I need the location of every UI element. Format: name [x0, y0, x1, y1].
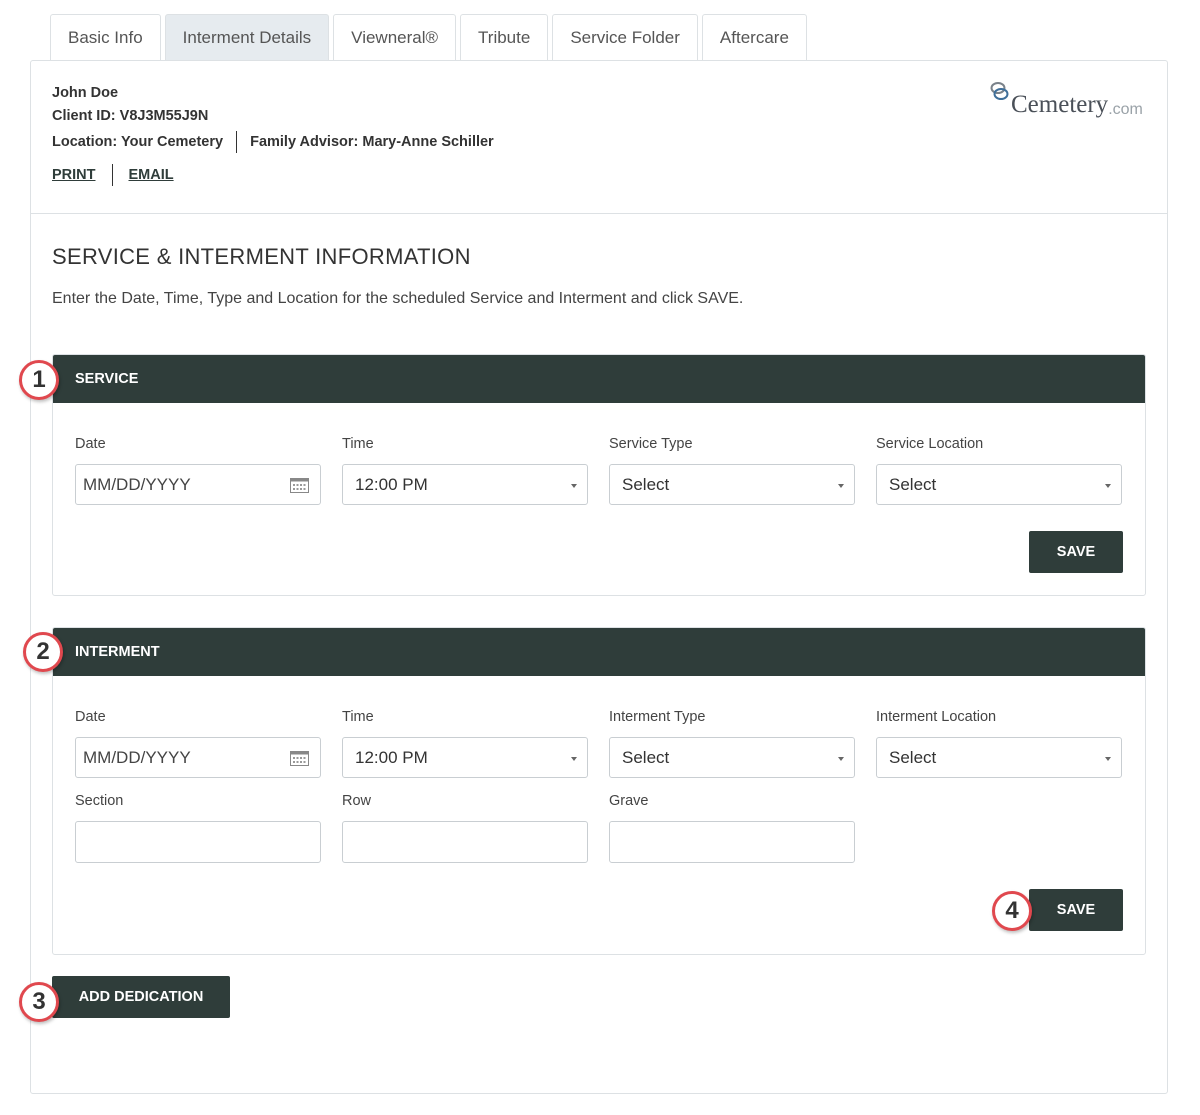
client-location-row: Location: Your Cemetery Family Advisor: …: [52, 131, 494, 153]
tab-interment-details[interactable]: Interment Details: [164, 14, 330, 61]
service-time-label: Time: [342, 436, 374, 452]
interment-type-label: Interment Type: [609, 709, 706, 725]
chevron-down-icon: [1105, 757, 1111, 761]
section-label: Section: [75, 793, 124, 809]
service-type-value: Select: [622, 474, 670, 494]
chevron-down-icon: [838, 484, 844, 488]
interment-time-select[interactable]: 12:00 PM: [342, 737, 588, 778]
interment-type-value: Select: [622, 747, 670, 767]
grave-label: Grave: [609, 793, 649, 809]
cemetery-logo: Cemetery .com: [989, 79, 1143, 119]
client-name: John Doe: [52, 85, 119, 101]
interment-location-value: Select: [889, 747, 937, 767]
client-location: Location: Your Cemetery: [52, 134, 224, 150]
interment-time-value: 12:00 PM: [355, 747, 428, 767]
service-date-label: Date: [75, 436, 106, 452]
section-input[interactable]: [75, 821, 321, 863]
row-label: Row: [342, 793, 372, 809]
service-location-select[interactable]: Select: [876, 464, 1122, 505]
service-panel: SERVICE Date MM/DD/YYYY Time 12:00 PM Se…: [52, 354, 1146, 596]
page-title: SERVICE & INTERMENT INFORMATION: [52, 244, 471, 269]
service-time-select[interactable]: 12:00 PM: [342, 464, 588, 505]
rings-icon: [990, 82, 1009, 100]
email-link[interactable]: EMAIL: [129, 167, 174, 183]
service-panel-header: SERVICE: [53, 355, 1145, 403]
chevron-down-icon: [1105, 484, 1111, 488]
chevron-down-icon: [571, 757, 577, 761]
interment-location-label: Interment Location: [876, 709, 997, 725]
callout-badge-2: 2: [23, 632, 63, 672]
page-description: Enter the Date, Time, Type and Location …: [52, 290, 744, 307]
tab-aftercare[interactable]: Aftercare: [701, 14, 807, 61]
family-advisor: Family Advisor: Mary-Anne Schiller: [250, 134, 494, 150]
content-card: John Doe Client ID: V8J3M55J9N Location:…: [30, 60, 1168, 1094]
client-header: John Doe Client ID: V8J3M55J9N Location:…: [31, 61, 1167, 214]
divider: [236, 131, 238, 153]
interment-date-label: Date: [75, 709, 106, 725]
interment-time-label: Time: [342, 709, 374, 725]
interment-date-placeholder: MM/DD/YYYY: [83, 747, 191, 767]
service-date-input[interactable]: MM/DD/YYYY: [75, 464, 321, 505]
interment-type-select[interactable]: Select: [609, 737, 855, 778]
logo-word: Cemetery: [1011, 91, 1109, 118]
client-id: Client ID: V8J3M55J9N: [52, 108, 209, 124]
calendar-icon[interactable]: [290, 751, 309, 766]
divider: [111, 164, 113, 186]
service-location-label: Service Location: [876, 436, 984, 452]
tab-basic-info[interactable]: Basic Info: [50, 14, 161, 61]
add-dedication-button[interactable]: ADD DEDICATION: [52, 976, 230, 1018]
service-type-label: Service Type: [609, 436, 693, 452]
logo-domain: .com: [1108, 101, 1143, 118]
callout-badge-3: 3: [19, 982, 59, 1022]
service-location-value: Select: [889, 474, 937, 494]
row-input[interactable]: [342, 821, 588, 863]
tab-service-folder[interactable]: Service Folder: [552, 14, 698, 61]
service-save-button[interactable]: SAVE: [1029, 531, 1123, 573]
tab-bar: Basic Info Interment Details Viewneral® …: [50, 14, 811, 61]
calendar-icon[interactable]: [290, 478, 309, 493]
action-links: PRINT EMAIL: [52, 164, 174, 186]
callout-badge-4: 4: [992, 891, 1032, 931]
interment-date-input[interactable]: MM/DD/YYYY: [75, 737, 321, 778]
interment-save-button[interactable]: SAVE: [1029, 889, 1123, 931]
interment-location-select[interactable]: Select: [876, 737, 1122, 778]
chevron-down-icon: [838, 757, 844, 761]
tab-tribute[interactable]: Tribute: [460, 14, 549, 61]
callout-badge-1: 1: [19, 360, 59, 400]
chevron-down-icon: [571, 484, 577, 488]
service-date-placeholder: MM/DD/YYYY: [83, 474, 191, 494]
print-link[interactable]: PRINT: [52, 167, 96, 183]
service-time-value: 12:00 PM: [355, 474, 428, 494]
grave-input[interactable]: [609, 821, 855, 863]
service-type-select[interactable]: Select: [609, 464, 855, 505]
interment-panel: INTERMENT Date MM/DD/YYYY Time 12:00 PM …: [52, 627, 1146, 955]
interment-panel-header: INTERMENT: [53, 628, 1145, 676]
tab-viewneral[interactable]: Viewneral®: [333, 14, 457, 61]
